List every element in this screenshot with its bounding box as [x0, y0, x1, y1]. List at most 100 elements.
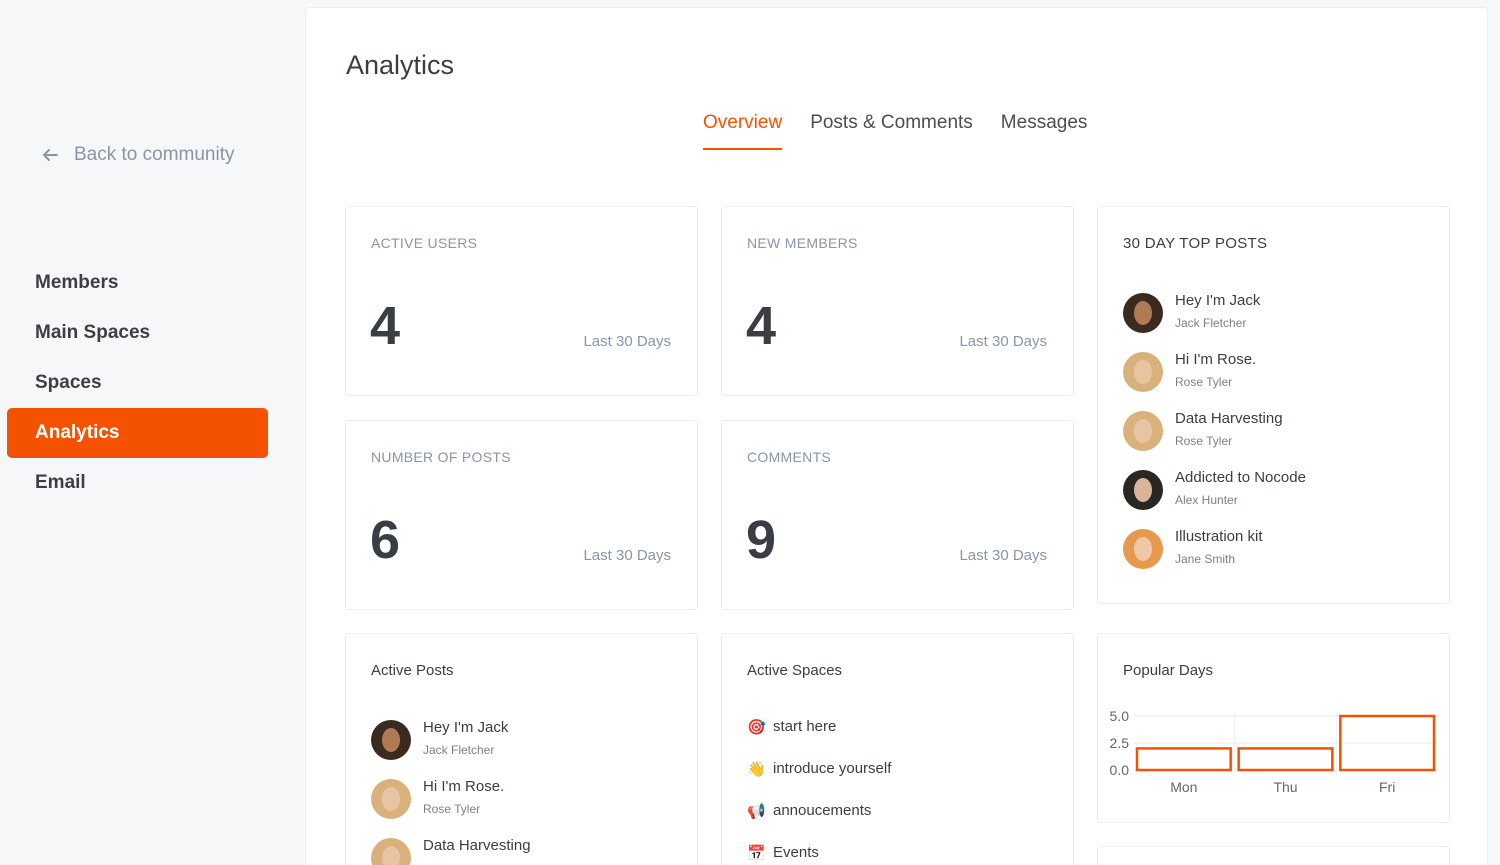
- y-tick-label: 2.5: [1110, 735, 1130, 751]
- space-label: start here: [773, 718, 837, 735]
- stat-period: Last 30 Days: [959, 333, 1047, 350]
- active-posts-list: Hey I'm Jack Jack Fletcher Hi I'm Rose. …: [371, 718, 531, 865]
- y-tick-label: 0.0: [1110, 762, 1130, 778]
- stat-card-comments: COMMENTS 9 Last 30 Days: [721, 420, 1074, 610]
- calendar-icon: 📅: [747, 845, 766, 862]
- stat-card-active-users: ACTIVE USERS 4 Last 30 Days: [345, 206, 698, 396]
- stat-value: 4: [746, 296, 777, 356]
- stat-value: 4: [370, 296, 401, 356]
- post-title: Illustration kit: [1175, 528, 1263, 545]
- tab-posts-comments[interactable]: Posts & Comments: [810, 112, 973, 150]
- popular-days-chart: 0.0 2.5 5.0 Mon Thu Fri: [1098, 704, 1451, 814]
- active-posts-card: Active Posts Hey I'm Jack Jack Fletcher …: [345, 633, 698, 865]
- sidebar-item-label: Analytics: [35, 422, 120, 443]
- stat-label: COMMENTS: [747, 449, 832, 465]
- bar: [1237, 747, 1334, 772]
- avatar: [371, 720, 411, 760]
- wave-icon: 👋: [747, 761, 766, 778]
- list-item[interactable]: Hey I'm Jack Jack Fletcher: [371, 718, 531, 777]
- tab-messages[interactable]: Messages: [1001, 112, 1088, 150]
- space-label: introduce yourself: [773, 760, 892, 777]
- avatar: [371, 779, 411, 819]
- stat-value: 9: [746, 510, 777, 570]
- list-item[interactable]: Hi I'm Rose. Rose Tyler: [1123, 350, 1306, 409]
- space-label: Events: [773, 844, 819, 861]
- target-icon: 🎯: [747, 719, 766, 736]
- stat-period: Last 30 Days: [583, 547, 671, 564]
- stat-card-number-of-posts: NUMBER OF POSTS 6 Last 30 Days: [345, 420, 698, 610]
- post-title: Hey I'm Jack: [423, 719, 509, 736]
- card-title: Active Spaces: [747, 662, 843, 679]
- space-item-events[interactable]: 📅 Events: [747, 844, 891, 865]
- sidebar-item-label: Members: [35, 272, 119, 293]
- sidebar-item-spaces[interactable]: Spaces: [7, 358, 268, 408]
- tab-bar: Overview Posts & Comments Messages: [703, 112, 1115, 150]
- stat-period: Last 30 Days: [583, 333, 671, 350]
- avatar: [1123, 293, 1163, 333]
- avatar: [1123, 470, 1163, 510]
- top-posts-card: 30 DAY TOP POSTS Hey I'm Jack Jack Fletc…: [1097, 206, 1450, 604]
- post-author: Alex Hunter: [1175, 493, 1238, 507]
- list-item[interactable]: Data Harvesting Rose Tyler: [1123, 409, 1306, 468]
- stat-label: NEW MEMBERS: [747, 235, 858, 251]
- post-title: Hi I'm Rose.: [1175, 351, 1257, 368]
- post-author: Rose Tyler: [1175, 375, 1233, 389]
- stat-period: Last 30 Days: [959, 547, 1047, 564]
- tab-overview[interactable]: Overview: [703, 112, 783, 150]
- top-posts-list: Hey I'm Jack Jack Fletcher Hi I'm Rose. …: [1123, 291, 1306, 586]
- sidebar-item-label: Main Spaces: [35, 322, 151, 343]
- stat-label: NUMBER OF POSTS: [371, 449, 511, 465]
- x-tick-label: Fri: [1379, 779, 1395, 795]
- space-item-introduce-yourself[interactable]: 👋 introduce yourself: [747, 760, 891, 802]
- card-title: Popular Days: [1123, 662, 1214, 679]
- x-tick-label: Mon: [1170, 779, 1197, 795]
- avatar: [371, 838, 411, 865]
- back-link-label: Back to community: [74, 144, 235, 165]
- arrow-left-icon: [43, 149, 58, 161]
- list-item[interactable]: Addicted to Nocode Alex Hunter: [1123, 468, 1306, 527]
- post-title: Hey I'm Jack: [1175, 292, 1261, 309]
- post-author: Jack Fletcher: [423, 743, 495, 757]
- sidebar-nav: Members Main Spaces Spaces Analytics Ema…: [7, 258, 268, 508]
- space-item-start-here[interactable]: 🎯 start here: [747, 718, 891, 760]
- back-to-community-link[interactable]: Back to community: [40, 144, 235, 166]
- active-spaces-list: 🎯 start here 👋 introduce yourself 📢 anno…: [747, 718, 891, 865]
- sidebar-item-analytics[interactable]: Analytics: [7, 408, 268, 458]
- sidebar: Back to community Members Main Spaces Sp…: [0, 0, 305, 865]
- stat-value: 6: [370, 510, 401, 570]
- stat-label: ACTIVE USERS: [371, 235, 478, 251]
- avatar: [1123, 411, 1163, 451]
- post-title: Hi I'm Rose.: [423, 778, 505, 795]
- avatar: [1123, 352, 1163, 392]
- bar: [1135, 747, 1232, 772]
- bar-chart: 0.0 2.5 5.0 Mon Thu Fri: [1110, 708, 1438, 795]
- list-item[interactable]: Hi I'm Rose. Rose Tyler: [371, 777, 531, 836]
- sidebar-item-main-spaces[interactable]: Main Spaces: [7, 308, 268, 358]
- avatar: [1123, 529, 1163, 569]
- list-item[interactable]: Data Harvesting: [371, 836, 531, 865]
- x-tick-label: Thu: [1273, 779, 1297, 795]
- sidebar-item-members[interactable]: Members: [7, 258, 268, 308]
- sidebar-item-label: Email: [35, 472, 86, 493]
- main-panel: Analytics Overview Posts & Comments Mess…: [305, 7, 1488, 865]
- post-author: Rose Tyler: [423, 802, 481, 816]
- page-title: Analytics: [346, 50, 455, 80]
- sidebar-item-label: Spaces: [35, 372, 102, 393]
- stat-card-new-members: NEW MEMBERS 4 Last 30 Days: [721, 206, 1074, 396]
- post-author: Jack Fletcher: [1175, 316, 1247, 330]
- space-item-annoucements[interactable]: 📢 annoucements: [747, 802, 891, 844]
- sidebar-item-email[interactable]: Email: [7, 458, 268, 508]
- list-item[interactable]: Illustration kit Jane Smith: [1123, 527, 1306, 586]
- megaphone-icon: 📢: [747, 803, 766, 820]
- y-tick-label: 5.0: [1110, 708, 1130, 724]
- post-title: Addicted to Nocode: [1175, 469, 1306, 486]
- list-item[interactable]: Hey I'm Jack Jack Fletcher: [1123, 291, 1306, 350]
- space-label: annoucements: [773, 802, 872, 819]
- post-title: Data Harvesting: [423, 837, 531, 854]
- active-spaces-card: Active Spaces 🎯 start here 👋 introduce y…: [721, 633, 1074, 865]
- next-card: [1097, 846, 1450, 865]
- popular-days-card: Popular Days 0.0 2.5 5.0 Mon Thu Fri: [1097, 633, 1450, 823]
- post-title: Data Harvesting: [1175, 410, 1283, 427]
- post-author: Rose Tyler: [1175, 434, 1233, 448]
- post-author: Jane Smith: [1175, 552, 1236, 566]
